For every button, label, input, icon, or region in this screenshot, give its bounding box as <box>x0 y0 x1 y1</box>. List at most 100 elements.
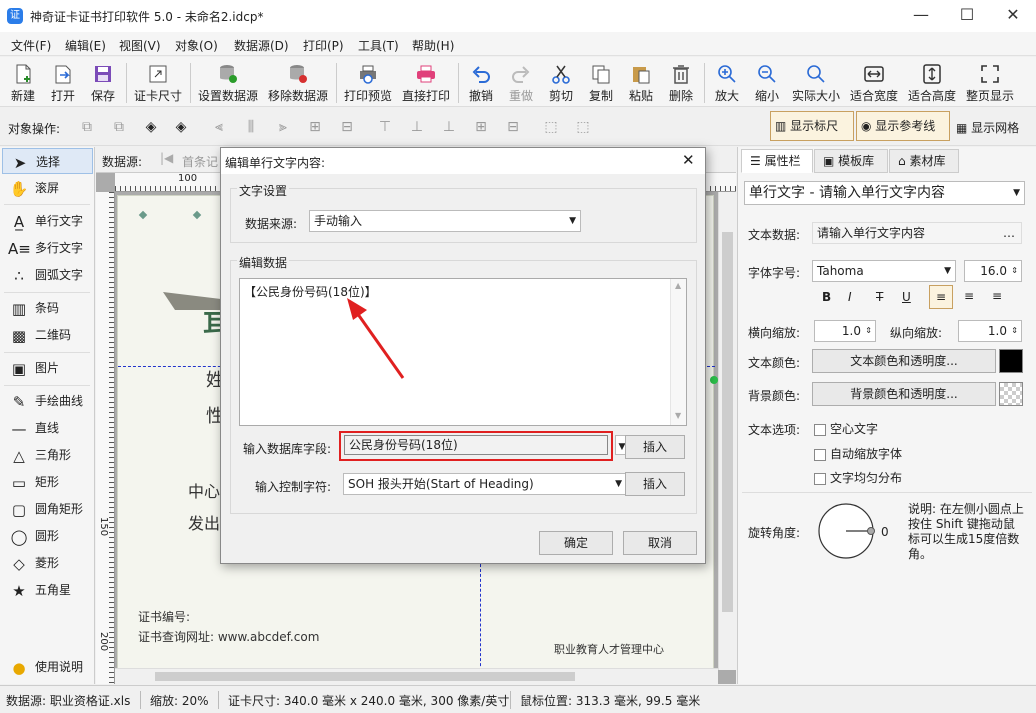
selection-handle[interactable] <box>710 376 718 384</box>
send-back-icon[interactable]: ◈ <box>170 116 192 138</box>
delete-button[interactable]: 删除 <box>664 57 698 107</box>
direct-print-button[interactable]: 直接打印 <box>400 57 452 107</box>
zoom-out-button[interactable]: 缩小 <box>750 57 784 107</box>
tool-arc-text[interactable]: ∴ 圆弧文字 <box>2 262 93 288</box>
show-grid-toggle[interactable]: ▦ 显示网格 <box>956 119 1019 136</box>
tool-freehand[interactable]: ✎ 手绘曲线 <box>2 388 93 414</box>
paste-button[interactable]: 粘贴 <box>624 57 658 107</box>
redo-button[interactable]: 重做 <box>504 57 538 107</box>
new-button[interactable]: 新建 <box>6 57 40 107</box>
menu-edit[interactable]: 编辑(E) <box>65 37 106 54</box>
text-data-field[interactable]: 请输入单行文字内容… <box>812 222 1022 244</box>
fit-height-button[interactable]: 适合高度 <box>906 57 958 107</box>
save-button[interactable]: 保存 <box>86 57 120 107</box>
font-name-select[interactable]: Tahoma ▼ <box>812 260 956 282</box>
vertical-scale-spinner[interactable]: 1.0 ⇕ <box>958 320 1022 342</box>
align-left-icon[interactable]: ⫷ <box>208 116 230 138</box>
vertical-scrollbar[interactable] <box>718 192 736 670</box>
tab-materials[interactable]: ⌂ 素材库 <box>889 149 959 173</box>
background-color-button[interactable]: 背景颜色和透明度... <box>812 382 996 406</box>
card-size-button[interactable]: 证卡尺寸 <box>132 57 184 107</box>
tool-line[interactable]: — 直线 <box>2 415 93 441</box>
ok-button[interactable]: 确定 <box>539 531 613 555</box>
menu-tools[interactable]: 工具(T) <box>358 37 399 54</box>
fit-width-button[interactable]: 适合宽度 <box>848 57 900 107</box>
align-center-icon[interactable]: ⫼ <box>240 116 262 138</box>
horizontal-scroll-thumb[interactable] <box>155 672 575 681</box>
align-left-button[interactable]: ≡ <box>929 285 953 309</box>
align-right-button[interactable]: ≡ <box>985 285 1009 309</box>
menu-print[interactable]: 打印(P) <box>303 37 344 54</box>
undo-button[interactable]: 撤销 <box>464 57 498 107</box>
show-ruler-toggle[interactable]: ▥ 显示标尺 <box>770 111 854 141</box>
underline-button[interactable]: U <box>902 290 911 304</box>
tool-diamond[interactable]: ◇ 菱形 <box>2 550 93 576</box>
tool-select[interactable]: ➤ 选择 <box>2 148 93 174</box>
italic-button[interactable]: I <box>848 290 852 304</box>
align-right-icon[interactable]: ⫸ <box>272 116 294 138</box>
same-height-icon[interactable]: ⊟ <box>502 116 524 138</box>
dialog-close-icon[interactable]: ✕ <box>682 151 695 169</box>
tab-properties[interactable]: ☰ 属性栏 <box>741 149 813 173</box>
minimize-button[interactable]: — <box>898 0 944 32</box>
even-distribution-checkbox[interactable]: 文字均匀分布 <box>814 469 902 486</box>
full-page-button[interactable]: 整页显示 <box>964 57 1016 107</box>
copy-button[interactable]: 复制 <box>584 57 618 107</box>
font-size-spinner[interactable]: 16.0 ⇕ <box>964 260 1022 282</box>
tab-templates[interactable]: ▣ 模板库 <box>814 149 888 173</box>
print-preview-button[interactable]: 打印预览 <box>342 57 394 107</box>
align-top-icon[interactable]: ⊤ <box>374 116 396 138</box>
group-icon[interactable]: ⬚ <box>540 116 562 138</box>
ctrl-char-select[interactable]: SOH 报头开始(Start of Heading) ▼ <box>343 473 627 495</box>
hollow-text-checkbox[interactable]: 空心文字 <box>814 420 878 437</box>
content-textarea[interactable]: 【公民身份号码(18位)】 ▲ ▼ <box>239 278 687 426</box>
zoom-in-button[interactable]: 放大 <box>710 57 744 107</box>
menu-datasource[interactable]: 数据源(D) <box>234 37 289 54</box>
textarea-scrollbar[interactable]: ▲ ▼ <box>670 279 686 425</box>
tool-single-line-text[interactable]: A̲ 单行文字 <box>2 208 93 234</box>
tool-multi-line-text[interactable]: A≡ 多行文字 <box>2 235 93 261</box>
distribute-h-icon[interactable]: ⊞ <box>304 116 326 138</box>
object-selector[interactable]: 单行文字 - 请输入单行文字内容 ▼ <box>744 181 1025 205</box>
horizontal-scale-spinner[interactable]: 1.0 ⇕ <box>814 320 876 342</box>
distribute-v-icon[interactable]: ⊞ <box>470 116 492 138</box>
insert-ctrl-char-button[interactable]: 插入 <box>625 472 685 496</box>
background-color-swatch[interactable] <box>999 382 1023 406</box>
close-button[interactable]: ✕ <box>990 0 1036 32</box>
tool-rectangle[interactable]: ▭ 矩形 <box>2 469 93 495</box>
tool-circle[interactable]: ◯ 圆形 <box>2 523 93 549</box>
remove-datasource-button[interactable]: 移除数据源 <box>266 57 330 107</box>
db-field-select[interactable]: 公民身份号码(18位) <box>344 435 608 455</box>
first-record-icon[interactable]: |◀ <box>160 151 173 165</box>
align-center-button[interactable]: ≡ <box>957 285 981 309</box>
menu-object[interactable]: 对象(O) <box>175 37 218 54</box>
bring-front-icon[interactable]: ◈ <box>140 116 162 138</box>
vertical-scroll-thumb[interactable] <box>722 232 733 612</box>
first-record-button[interactable]: 首条记 <box>182 153 218 170</box>
menu-help[interactable]: 帮助(H) <box>412 37 454 54</box>
layer-down-icon[interactable]: ⧉ <box>108 116 130 138</box>
insert-field-button[interactable]: 插入 <box>625 435 685 459</box>
tool-barcode[interactable]: ▥ 条码 <box>2 295 93 321</box>
datasource-select[interactable]: 手动输入 ▼ <box>309 210 581 232</box>
help-guide[interactable]: ● 使用说明 <box>2 654 93 680</box>
tool-rounded-rect[interactable]: ▢ 圆角矩形 <box>2 496 93 522</box>
auto-scale-font-checkbox[interactable]: 自动缩放字体 <box>814 445 902 462</box>
strikethrough-button[interactable]: T <box>876 290 883 304</box>
tool-pan[interactable]: ✋ 滚屏 <box>2 175 93 201</box>
rotation-dial[interactable] <box>816 501 876 561</box>
menu-file[interactable]: 文件(F) <box>11 37 51 54</box>
maximize-button[interactable]: ☐ <box>944 0 990 32</box>
cancel-button[interactable]: 取消 <box>623 531 697 555</box>
bold-button[interactable]: B <box>822 290 831 304</box>
open-button[interactable]: 打开 <box>46 57 80 107</box>
align-bottom-icon[interactable]: ⊥ <box>438 116 460 138</box>
show-guides-toggle[interactable]: ◉ 显示参考线 <box>856 111 950 141</box>
actual-size-button[interactable]: 实际大小 <box>790 57 842 107</box>
horizontal-scrollbar[interactable] <box>115 668 718 684</box>
menu-view[interactable]: 视图(V) <box>119 37 161 54</box>
tool-triangle[interactable]: △ 三角形 <box>2 442 93 468</box>
text-color-button[interactable]: 文本颜色和透明度... <box>812 349 996 373</box>
tool-star[interactable]: ★ 五角星 <box>2 577 93 603</box>
align-middle-icon[interactable]: ⊥ <box>406 116 428 138</box>
